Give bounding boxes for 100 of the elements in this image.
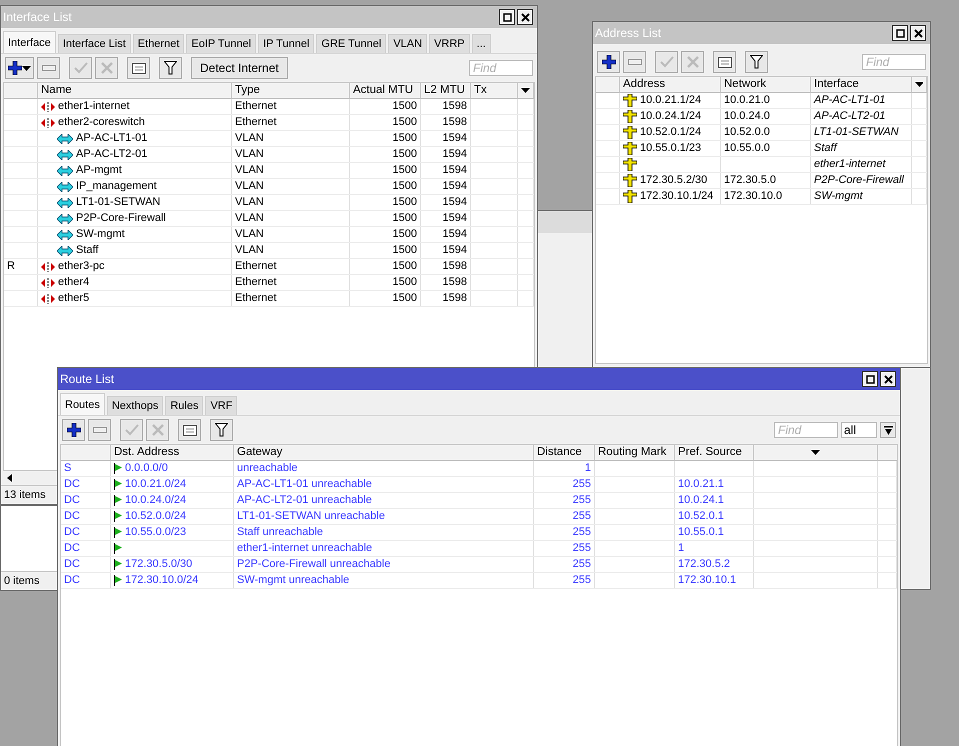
tab[interactable]: Interface <box>3 31 56 53</box>
table-cell: LT1-01-SETWAN unreachable <box>234 509 534 524</box>
find-field[interactable]: Find <box>774 422 838 438</box>
column-header[interactable]: Dst. Address <box>111 445 234 460</box>
table-cell: AP-AC-LT2-01 <box>811 109 912 124</box>
flag-cell: DC <box>61 541 111 556</box>
close-icon <box>914 28 922 38</box>
table-cell: 172.30.5.0 <box>721 173 811 188</box>
flag-icon <box>114 559 122 570</box>
tab[interactable]: EoIP Tunnel <box>186 34 256 53</box>
flag-icon <box>114 543 122 554</box>
table-cell: AP-AC-LT1-01 unreachable <box>234 477 534 492</box>
table-cell: VLAN <box>232 179 350 194</box>
flag-cell: DC <box>61 557 111 572</box>
caret-icon <box>22 66 31 70</box>
interface-name: P2P-Core-Firewall <box>76 211 166 226</box>
ip-address: 10.0.21.1/24 <box>640 93 702 108</box>
close-button[interactable] <box>910 25 926 41</box>
interface-name: AP-AC-LT2-01 <box>76 147 148 162</box>
comment-button[interactable] <box>127 57 150 79</box>
flag-cell: DC <box>61 573 111 588</box>
table-cell: 1500 <box>350 147 421 162</box>
table-cell: 1594 <box>421 163 471 178</box>
column-header[interactable]: Network <box>721 77 811 92</box>
column-header[interactable]: L2 MTU <box>421 83 471 98</box>
comment-button[interactable] <box>178 419 201 441</box>
tab[interactable]: Rules <box>165 396 204 415</box>
comment-button[interactable] <box>713 51 736 73</box>
destination-address: 172.30.10.0/24 <box>125 573 198 588</box>
ethernet-port-icon <box>41 294 55 304</box>
table-cell: P2P-Core-Firewall <box>811 173 912 188</box>
tab[interactable]: Interface List <box>58 34 131 53</box>
tab[interactable]: Nexthops <box>106 396 164 415</box>
maximize-button[interactable] <box>892 25 908 41</box>
table-cell: AP-AC-LT2-01 unreachable <box>234 493 534 508</box>
table-cell: 255 <box>534 493 595 508</box>
add-button[interactable] <box>5 57 34 79</box>
filter-button[interactable] <box>159 57 182 79</box>
table-cell: 1500 <box>350 275 421 290</box>
caret-icon <box>521 88 530 93</box>
tab[interactable]: VRF <box>205 396 238 415</box>
flag-cell: DC <box>61 509 111 524</box>
maximize-button[interactable] <box>862 371 878 387</box>
close-button[interactable] <box>880 371 896 387</box>
tab[interactable]: VRRP <box>429 34 470 53</box>
cross-icon <box>686 56 698 68</box>
tab[interactable]: Ethernet <box>132 34 184 53</box>
filter-button[interactable] <box>745 51 768 73</box>
tab[interactable]: Routes <box>60 393 105 415</box>
maximize-button[interactable] <box>499 9 515 25</box>
table-cell: 10.0.21.1 <box>675 477 754 492</box>
column-header[interactable]: Interface <box>811 77 912 92</box>
table-cell: 1500 <box>350 211 421 226</box>
ip-address-icon <box>623 110 637 123</box>
cross-icon <box>152 424 164 436</box>
cross-icon <box>100 62 112 74</box>
table-cell: P2P-Core-Firewall unreachable <box>234 557 534 572</box>
table-cell: 1500 <box>350 131 421 146</box>
table-cell: 1598 <box>421 99 471 114</box>
table-cell: 1594 <box>421 243 471 258</box>
remove-icon <box>628 59 642 65</box>
ip-address-icon <box>623 190 637 203</box>
column-header[interactable]: Gateway <box>234 445 534 460</box>
double-arrow-icon <box>57 134 73 144</box>
find-field[interactable]: Find <box>862 54 926 70</box>
column-header[interactable]: Name <box>38 83 232 98</box>
add-button[interactable] <box>597 51 620 73</box>
detect-internet-button[interactable]: Detect Internet <box>191 57 288 79</box>
table-cell: 1598 <box>421 275 471 290</box>
add-icon <box>8 61 22 75</box>
find-field[interactable]: Find <box>469 60 533 76</box>
tab[interactable]: VLAN <box>388 34 428 53</box>
ip-address-icon <box>623 94 637 107</box>
column-header[interactable]: Pref. Source <box>675 445 754 460</box>
ethernet-port-icon <box>41 118 55 128</box>
dropdown-button[interactable] <box>880 422 896 438</box>
table-cell: 1500 <box>350 259 421 274</box>
ip-address-icon <box>623 174 637 187</box>
column-header[interactable]: Type <box>232 83 350 98</box>
close-button[interactable] <box>517 9 533 25</box>
column-header[interactable]: Routing Mark <box>595 445 675 460</box>
table-cell: 10.55.0.1 <box>675 525 754 540</box>
column-header[interactable]: Address <box>620 77 721 92</box>
table-cell: AP-AC-LT1-01 <box>811 93 912 108</box>
column-header[interactable]: Tx <box>471 83 518 98</box>
comment-icon <box>182 424 196 436</box>
tab[interactable]: IP Tunnel <box>258 34 314 53</box>
filter-dropdown[interactable]: all <box>841 422 877 438</box>
add-button[interactable] <box>62 419 85 441</box>
tab[interactable]: GRE Tunnel <box>316 34 386 53</box>
table-cell: 1594 <box>421 227 471 242</box>
column-header[interactable]: Distance <box>534 445 595 460</box>
tab[interactable]: ... <box>472 34 491 53</box>
maximize-icon <box>896 28 904 38</box>
filter-button[interactable] <box>210 419 233 441</box>
flag-cell: S <box>61 461 111 476</box>
close-icon <box>884 374 892 384</box>
table-cell: 255 <box>534 541 595 556</box>
table-cell: 255 <box>534 509 595 524</box>
column-header[interactable]: Actual MTU <box>350 83 421 98</box>
